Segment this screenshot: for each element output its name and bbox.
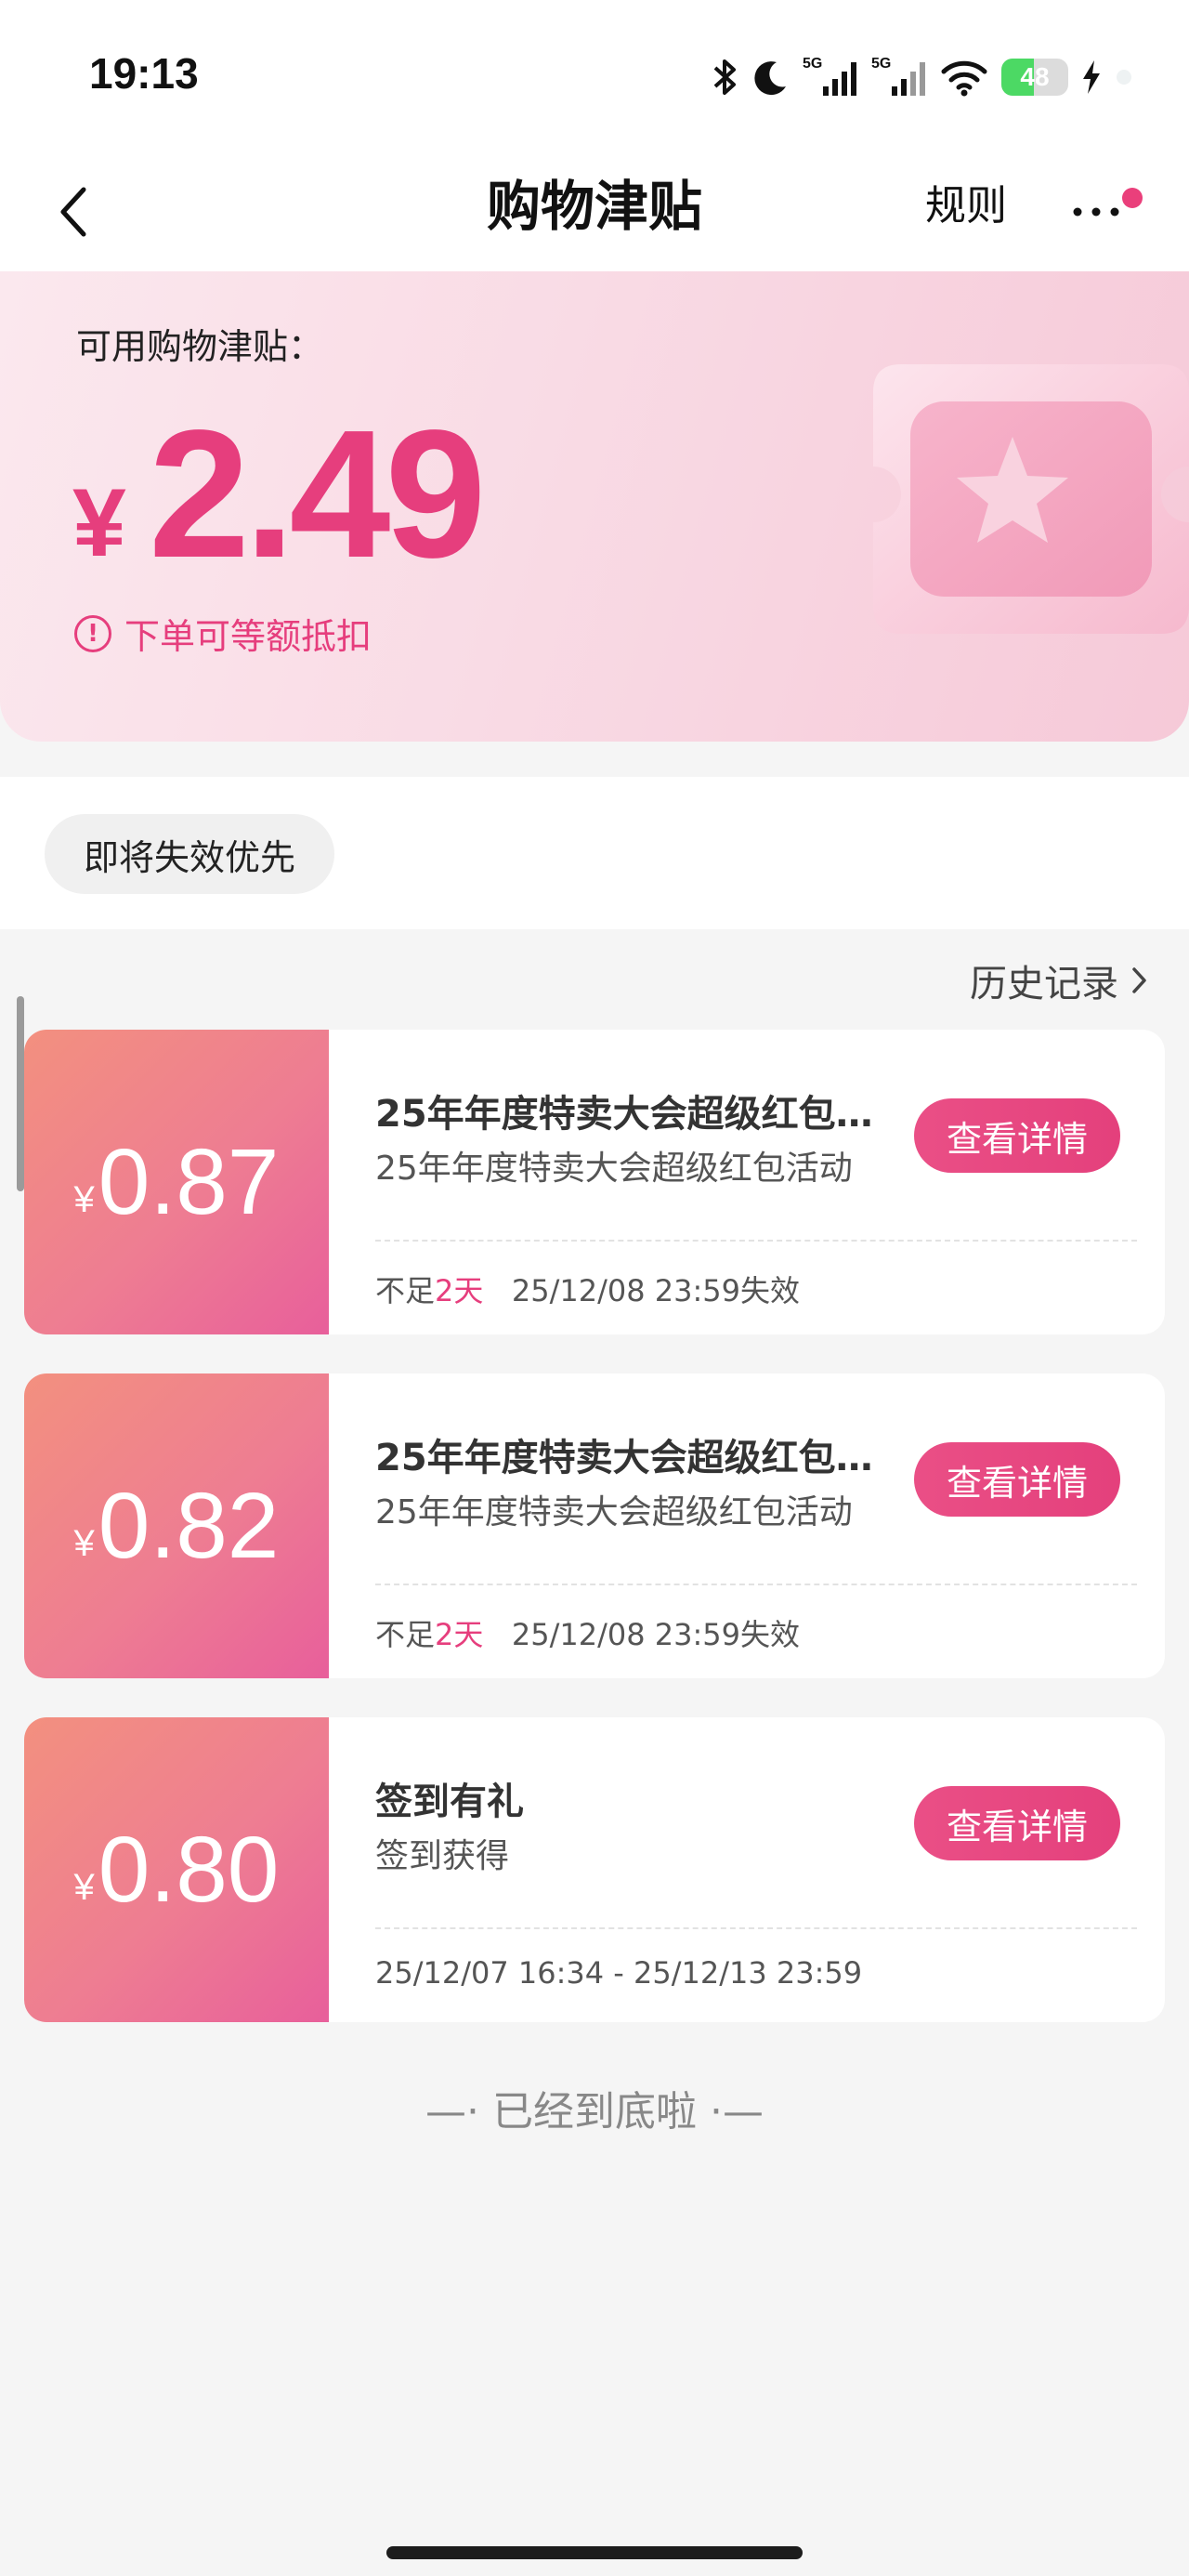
end-of-list-text: —· 已经到底啦 ·— <box>425 2088 764 2136</box>
allowance-label: 可用购物津贴： <box>76 326 324 367</box>
allowance-amount: 2.49 <box>149 392 486 596</box>
card-amount: 0.82 <box>98 1473 280 1578</box>
charging-icon <box>1081 57 1102 98</box>
expiry-prefix: 不足 <box>375 1617 436 1652</box>
card-expiry: 不足2天 25/12/08 23:59失效 <box>375 1268 800 1310</box>
currency-symbol: ¥ <box>72 469 126 577</box>
card-amount: 0.80 <box>98 1817 280 1922</box>
chevron-right-icon <box>1132 967 1146 993</box>
card-amount-block: ¥ 0.82 <box>24 1373 329 1678</box>
card-divider <box>375 1927 1137 1929</box>
allowance-note: ! 下单可等额抵扣 <box>74 608 372 659</box>
expiry-prefix: 不足 <box>375 1273 436 1308</box>
card-subtitle: 25年年度特卖大会超级红包活动 <box>375 1493 853 1531</box>
battery-icon: 48 <box>1001 57 1068 98</box>
allowance-summary: 可用购物津贴： ¥ 2.49 ! 下单可等额抵扣 <box>0 271 1189 742</box>
expiry-days: 2天 <box>435 1273 484 1308</box>
filter-area: 即将失效优先 <box>0 777 1189 929</box>
network-label: 5G <box>803 56 822 72</box>
page-title: 购物津贴 <box>486 175 702 238</box>
card-currency: ¥ <box>73 1866 95 1908</box>
status-bar: 19:13 5G 5G 48 <box>0 0 1189 149</box>
camera-dot-icon <box>1115 57 1133 98</box>
wifi-icon <box>940 57 988 98</box>
more-dots-icon <box>1073 207 1119 217</box>
allowance-card: ¥ 0.82 25年年度特卖大会超级红包... 25年年度特卖大会超级红包活动 … <box>24 1373 1165 1678</box>
status-icons: 5G 5G 48 <box>712 54 1133 100</box>
battery-level: 48 <box>1020 62 1050 91</box>
rules-link[interactable]: 规则 <box>925 177 1007 236</box>
more-button[interactable] <box>1068 177 1143 242</box>
allowance-card: ¥ 0.80 签到有礼 签到获得 查看详情 25/12/07 16:34 - 2… <box>24 1717 1165 2022</box>
history-link[interactable]: 历史记录 <box>970 953 1148 1007</box>
card-currency: ¥ <box>73 1178 95 1220</box>
card-title: 签到有礼 <box>375 1781 524 1823</box>
card-title: 25年年度特卖大会超级红包... <box>375 1437 877 1479</box>
card-subtitle: 25年年度特卖大会超级红包活动 <box>375 1150 853 1188</box>
card-divider <box>375 1584 1137 1585</box>
view-details-button[interactable]: 查看详情 <box>914 1098 1120 1173</box>
notification-dot <box>1122 188 1143 208</box>
status-time: 19:13 <box>89 49 199 98</box>
card-subtitle: 签到获得 <box>375 1837 510 1875</box>
bluetooth-icon <box>712 57 739 98</box>
card-divider <box>375 1240 1137 1242</box>
allowance-card: ¥ 0.87 25年年度特卖大会超级红包... 25年年度特卖大会超级红包活动 … <box>24 1030 1165 1334</box>
card-amount-block: ¥ 0.87 <box>24 1030 329 1334</box>
expiry-date: 25/12/08 23:59失效 <box>511 1273 801 1308</box>
card-amount: 0.87 <box>98 1129 280 1234</box>
card-expiry: 不足2天 25/12/08 23:59失效 <box>375 1611 800 1654</box>
card-currency: ¥ <box>73 1522 95 1564</box>
view-details-button[interactable]: 查看详情 <box>914 1442 1120 1517</box>
card-title: 25年年度特卖大会超级红包... <box>375 1093 877 1136</box>
moon-icon <box>752 57 790 98</box>
home-indicator[interactable] <box>386 2546 803 2559</box>
allowance-note-text: 下单可等额抵扣 <box>124 616 372 657</box>
ticket-star-icon <box>873 364 1189 634</box>
signal-5g-icon: 5G <box>803 56 858 98</box>
scrollbar[interactable] <box>17 996 24 1191</box>
exclamation-icon: ! <box>74 614 111 652</box>
expiring-first-filter[interactable]: 即将失效优先 <box>45 814 335 894</box>
signal-5g-icon: 5G <box>871 56 927 98</box>
history-label: 历史记录 <box>970 963 1118 1005</box>
expiry-date: 25/12/08 23:59失效 <box>511 1617 801 1652</box>
nav-bar: 购物津贴 规则 <box>0 149 1189 271</box>
expiry-days: 2天 <box>435 1617 484 1652</box>
view-details-button[interactable]: 查看详情 <box>914 1786 1120 1860</box>
card-amount-block: ¥ 0.80 <box>24 1717 329 2022</box>
network-label: 5G <box>871 56 891 72</box>
card-validity: 25/12/07 16:34 - 25/12/13 23:59 <box>375 1955 863 1991</box>
